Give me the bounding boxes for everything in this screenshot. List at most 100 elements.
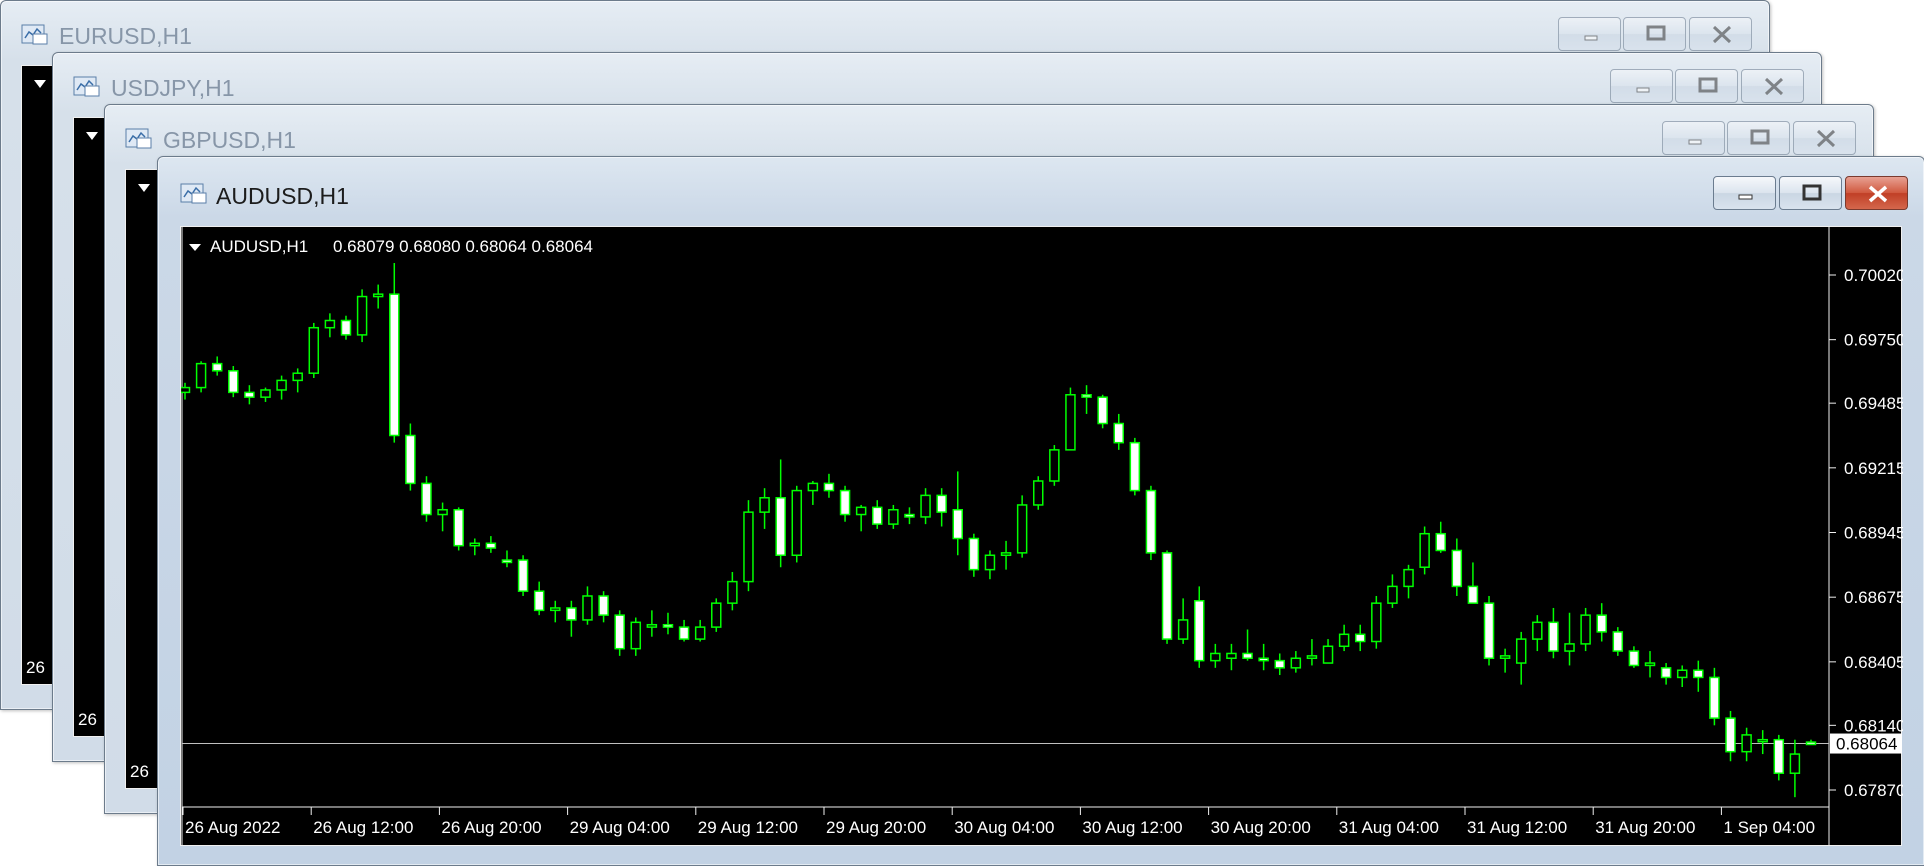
bull-candle-body bbox=[372, 293, 384, 298]
candle bbox=[920, 488, 931, 525]
time-tick-label: 31 Aug 04:00 bbox=[1339, 818, 1439, 837]
bull-candle-body bbox=[1065, 394, 1076, 451]
bull-candle-body bbox=[759, 497, 770, 513]
price-tick-label: 0.67870 bbox=[1844, 781, 1903, 800]
dropdown-triangle-icon[interactable] bbox=[86, 132, 98, 140]
candle bbox=[662, 612, 674, 635]
candle bbox=[1532, 615, 1543, 652]
candle bbox=[1145, 485, 1157, 561]
window-title: USDJPY,H1 bbox=[111, 75, 235, 101]
bull-candle-body bbox=[181, 386, 191, 394]
candle bbox=[968, 533, 980, 577]
price-tick-label: 0.68140 bbox=[1844, 716, 1903, 735]
candle bbox=[1242, 629, 1253, 661]
window-title: AUDUSD,H1 bbox=[216, 183, 349, 209]
candle bbox=[533, 581, 545, 616]
candle bbox=[1000, 540, 1012, 570]
candle bbox=[1580, 607, 1591, 652]
dropdown-triangle-icon[interactable] bbox=[34, 80, 46, 88]
bear-candle-body bbox=[662, 623, 674, 628]
candle bbox=[1467, 562, 1479, 604]
close-button[interactable] bbox=[1741, 69, 1804, 103]
candle bbox=[582, 586, 593, 625]
bear-candle-body bbox=[1709, 676, 1720, 719]
x-axis-date-label: 26 bbox=[26, 658, 45, 677]
candle bbox=[791, 485, 803, 563]
close-button[interactable] bbox=[1845, 176, 1908, 210]
candle bbox=[1161, 550, 1173, 644]
candle bbox=[1016, 495, 1028, 558]
candle bbox=[1177, 598, 1189, 644]
bull-candle-body bbox=[1226, 652, 1237, 660]
title-bar[interactable]: USDJPY,H1 bbox=[53, 53, 1821, 103]
candle bbox=[1693, 660, 1704, 692]
bull-candle-body bbox=[292, 372, 303, 382]
window-title: EURUSD,H1 bbox=[59, 23, 192, 49]
x-axis-date-label: 26 bbox=[130, 762, 149, 781]
candle bbox=[1709, 667, 1720, 726]
bull-candle-body bbox=[1016, 504, 1028, 554]
bull-candle-body bbox=[1403, 568, 1414, 588]
maximize-button[interactable] bbox=[1675, 69, 1738, 103]
bull-candle-body bbox=[1387, 585, 1398, 604]
candle bbox=[1113, 413, 1124, 450]
candle bbox=[1081, 385, 1092, 414]
candle bbox=[984, 550, 996, 580]
bull-candle-body bbox=[1499, 655, 1511, 660]
minimize-button[interactable] bbox=[1713, 176, 1776, 210]
bear-candle-body bbox=[1242, 652, 1253, 660]
chart-window-icon bbox=[125, 126, 153, 150]
candle bbox=[356, 289, 368, 343]
minimize-button[interactable] bbox=[1662, 121, 1725, 155]
candlestick-chart[interactable]: AUDUSD,H1 0.68079 0.68080 0.68064 0.6806… bbox=[181, 227, 1903, 847]
price-tick-label: 0.68945 bbox=[1844, 524, 1903, 543]
bear-candle-body bbox=[533, 590, 545, 612]
close-button[interactable] bbox=[1689, 17, 1752, 51]
dropdown-triangle-icon[interactable] bbox=[189, 244, 201, 251]
chart-pane[interactable]: AUDUSD,H1 0.68079 0.68080 0.68064 0.6806… bbox=[180, 226, 1903, 847]
maximize-button[interactable] bbox=[1623, 17, 1686, 51]
bear-candle-body bbox=[678, 626, 690, 640]
bull-candle-body bbox=[1306, 655, 1318, 660]
time-tick-label: 30 Aug 04:00 bbox=[954, 818, 1054, 837]
bear-candle-body bbox=[501, 559, 513, 564]
price-tick-label: 0.68405 bbox=[1844, 653, 1903, 672]
time-tick-label: 31 Aug 12:00 bbox=[1467, 818, 1567, 837]
candle bbox=[598, 591, 609, 623]
maximize-button[interactable] bbox=[1727, 121, 1790, 155]
bear-candle-body bbox=[405, 434, 416, 485]
bear-candle-body bbox=[1628, 650, 1640, 667]
candle bbox=[1419, 526, 1430, 575]
bear-candle-body bbox=[517, 559, 529, 592]
title-bar[interactable]: GBPUSD,H1 bbox=[105, 105, 1873, 155]
bear-candle-body bbox=[1596, 614, 1607, 633]
chart-window-audusd[interactable]: AUDUSD,H1 AUDUSD,H1 0.68079 0.68080 0.68… bbox=[157, 156, 1924, 866]
candle bbox=[1193, 586, 1205, 668]
candle bbox=[1371, 595, 1382, 649]
dropdown-triangle-icon[interactable] bbox=[138, 184, 150, 192]
bear-candle-body bbox=[1660, 667, 1672, 679]
title-bar[interactable]: EURUSD,H1 bbox=[1, 1, 1769, 51]
candle bbox=[244, 385, 255, 405]
time-tick-label: 29 Aug 12:00 bbox=[698, 818, 798, 837]
candle bbox=[1258, 643, 1269, 671]
title-bar[interactable]: AUDUSD,H1 bbox=[158, 157, 1924, 209]
candle bbox=[1564, 612, 1575, 666]
time-tick-label: 26 Aug 2022 bbox=[185, 818, 280, 837]
bull-candle-body bbox=[324, 319, 336, 329]
candle bbox=[888, 504, 899, 529]
close-button[interactable] bbox=[1793, 121, 1856, 155]
candle bbox=[372, 284, 384, 309]
candle bbox=[340, 315, 352, 340]
price-tick-label: 0.69215 bbox=[1844, 459, 1903, 478]
bull-candle-body bbox=[550, 607, 561, 612]
maximize-button[interactable] bbox=[1779, 176, 1842, 210]
bear-candle-body bbox=[952, 508, 964, 540]
bear-candle-body bbox=[389, 293, 400, 437]
candle bbox=[308, 322, 320, 378]
minimize-button[interactable] bbox=[1610, 69, 1673, 103]
bear-candle-body bbox=[1193, 600, 1205, 662]
bull-candle-body bbox=[1644, 662, 1656, 667]
minimize-button[interactable] bbox=[1558, 17, 1621, 51]
bear-candle-body bbox=[211, 362, 223, 372]
